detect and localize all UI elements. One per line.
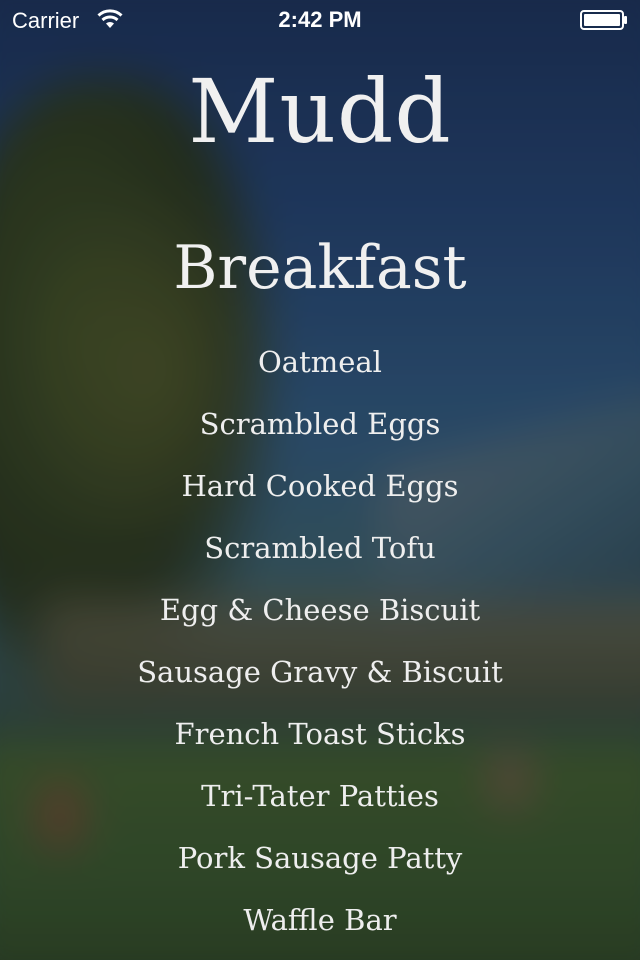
menu-item: Hard Cooked Eggs (181, 469, 459, 503)
menu-item-list: Oatmeal Scrambled Eggs Hard Cooked Eggs … (0, 338, 640, 958)
menu-item: Egg & Cheese Biscuit (159, 593, 481, 627)
menu-item: Pork Sausage Patty (177, 841, 463, 875)
menu-item: Oatmeal (258, 345, 382, 379)
dining-hall-title: Mudd (188, 60, 452, 163)
app-screen: Carrier 2:42 PM Mudd Breakfast Oatmeal S… (0, 0, 640, 960)
menu-item: Scrambled Tofu (204, 531, 436, 565)
menu-content: Mudd Breakfast Oatmeal Scrambled Eggs Ha… (0, 0, 640, 960)
menu-item: Sausage Gravy & Biscuit (137, 655, 503, 689)
menu-item: Scrambled Eggs (199, 407, 441, 441)
menu-item: Tri-Tater Patties (201, 779, 439, 813)
menu-item: Waffle Bar (243, 903, 397, 937)
meal-heading: Breakfast (173, 233, 467, 303)
menu-item: French Toast Sticks (174, 717, 466, 751)
